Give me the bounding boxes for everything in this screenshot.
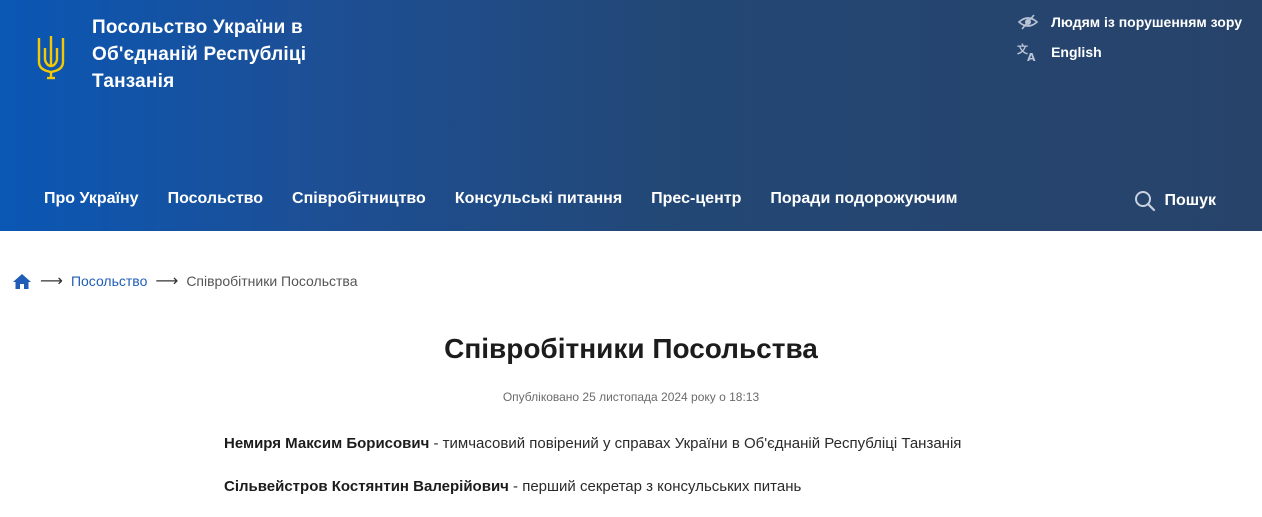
nav-item-travel-advice[interactable]: Поради подорожуючим	[770, 190, 957, 208]
trident-logo-icon[interactable]	[36, 34, 66, 80]
nav-item-consular[interactable]: Консульські питання	[455, 190, 622, 208]
nav-item-press-center[interactable]: Прес-центр	[651, 190, 741, 208]
main-nav: Про Україну Посольство Співробітництво К…	[44, 190, 987, 208]
search-label: Пошук	[1164, 192, 1216, 209]
site-header: Посольство України в Об'єднаній Республі…	[0, 0, 1262, 231]
language-link[interactable]: 文 A English	[1017, 42, 1242, 62]
nav-item-cooperation[interactable]: Співробітництво	[292, 190, 426, 208]
staff-role: - тимчасовий повірений у справах України…	[429, 435, 962, 452]
staff-item: Немиря Максим Борисович - тимчасовий пов…	[224, 434, 1124, 454]
site-title[interactable]: Посольство України в Об'єднаній Республі…	[92, 14, 362, 95]
breadcrumb-current: Співробітники Посольства	[186, 273, 358, 289]
search-button[interactable]: Пошук	[1134, 190, 1216, 212]
accessibility-label: Людям із порушенням зору	[1051, 14, 1242, 30]
eye-icon	[1017, 14, 1039, 30]
accessibility-link[interactable]: Людям із порушенням зору	[1017, 12, 1242, 32]
translate-icon: 文 A	[1017, 42, 1036, 62]
published-date: Опубліковано 25 листопада 2024 року о 18…	[502, 390, 760, 404]
nav-item-embassy[interactable]: Посольство	[168, 190, 263, 208]
staff-name: Сільвейстров Костянтин Валерійович	[224, 478, 509, 495]
staff-list: Немиря Максим Борисович - тимчасовий пов…	[224, 434, 1124, 517]
nav-item-about-ukraine[interactable]: Про Україну	[44, 190, 139, 208]
breadcrumb-separator-icon: ⟶	[155, 273, 179, 290]
breadcrumb-parent-link[interactable]: Посольство	[71, 273, 147, 289]
page-title: Співробітники Посольства	[444, 333, 818, 364]
home-icon[interactable]	[12, 273, 32, 290]
breadcrumb: ⟶ Посольство ⟶ Співробітники Посольства	[12, 271, 357, 291]
staff-role: - перший секретар з консульських питань	[508, 478, 802, 495]
breadcrumb-separator-icon: ⟶	[40, 273, 63, 290]
search-icon	[1135, 191, 1156, 212]
staff-name: Немиря Максим Борисович	[224, 435, 430, 452]
utility-links: Людям із порушенням зору 文 A English	[1017, 12, 1242, 72]
language-label: English	[1051, 44, 1102, 60]
staff-item: Сільвейстров Костянтин Валерійович - пер…	[224, 477, 1124, 497]
svg-text:A: A	[1027, 51, 1036, 62]
